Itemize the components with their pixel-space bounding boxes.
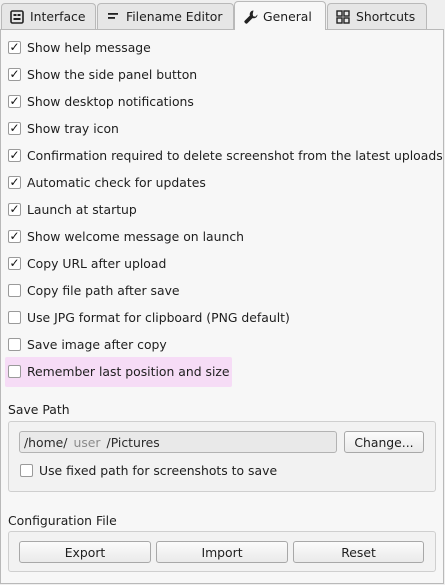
option-label: Show help message — [27, 39, 151, 55]
option-label: Launch at startup — [27, 201, 137, 217]
checkbox[interactable] — [8, 364, 21, 378]
text-lines-icon — [106, 10, 120, 24]
checkbox[interactable]: ✓ — [8, 67, 21, 81]
checkbox[interactable] — [8, 283, 21, 297]
tab-general[interactable]: General — [234, 1, 326, 30]
checkbox[interactable]: ✓ — [8, 121, 21, 135]
tab-label: Interface — [30, 9, 86, 24]
wrench-icon — [243, 9, 258, 24]
option-show-welcome-message[interactable]: ✓ Show welcome message on launch — [8, 226, 244, 246]
checkbox[interactable]: ✓ — [8, 148, 21, 162]
tab-label: General — [263, 8, 312, 24]
path-prefix: /home/ — [24, 434, 68, 450]
option-show-side-panel-button[interactable]: ✓ Show the side panel button — [8, 64, 197, 84]
import-button[interactable]: Import — [156, 541, 288, 563]
tab-label: Filename Editor — [126, 9, 223, 24]
checkbox[interactable] — [8, 337, 21, 351]
tab-bar: Interface Filename Editor General Shortc… — [0, 0, 445, 30]
option-show-help-message[interactable]: ✓ Show help message — [8, 37, 151, 57]
checkbox[interactable]: ✓ — [8, 229, 21, 243]
option-label: Show welcome message on launch — [27, 228, 244, 244]
path-suffix: /Pictures — [106, 434, 160, 450]
tab-label: Shortcuts — [356, 9, 416, 24]
option-label: Use fixed path for screenshots to save — [39, 462, 278, 478]
option-label: Save image after copy — [27, 336, 167, 352]
change-path-button[interactable]: Change... — [344, 431, 424, 453]
save-path-title: Save Path — [8, 402, 70, 417]
tab-interface[interactable]: Interface — [1, 3, 96, 29]
option-use-jpg-format[interactable]: Use JPG format for clipboard (PNG defaul… — [8, 307, 290, 327]
checkbox[interactable]: ✓ — [8, 175, 21, 189]
configuration-file-title: Configuration File — [8, 513, 117, 528]
option-label: Copy URL after upload — [27, 255, 167, 271]
option-show-tray-icon[interactable]: ✓ Show tray icon — [8, 118, 119, 138]
option-label: Confirmation required to delete screensh… — [27, 147, 443, 163]
option-label: Show the side panel button — [27, 66, 198, 82]
tab-filename-editor[interactable]: Filename Editor — [97, 3, 234, 29]
option-automatic-check-updates[interactable]: ✓ Automatic check for updates — [8, 172, 206, 192]
checkbox[interactable] — [20, 463, 33, 477]
option-label: Remember last position and size — [27, 363, 230, 379]
option-label: Automatic check for updates — [27, 174, 206, 190]
checkbox[interactable]: ✓ — [8, 202, 21, 216]
option-save-image-after-copy[interactable]: Save image after copy — [8, 334, 167, 354]
option-launch-at-startup[interactable]: ✓ Launch at startup — [8, 199, 137, 219]
checkbox[interactable]: ✓ — [8, 94, 21, 108]
checkbox[interactable]: ✓ — [8, 40, 21, 54]
interface-icon — [10, 9, 24, 24]
option-copy-file-path-after-save[interactable]: Copy file path after save — [8, 280, 180, 300]
checkbox[interactable] — [8, 310, 21, 324]
shortcuts-grid-icon — [336, 9, 350, 24]
option-label: Show desktop notifications — [27, 93, 194, 109]
option-label: Use JPG format for clipboard (PNG defaul… — [27, 309, 290, 325]
option-label: Show tray icon — [27, 120, 119, 136]
tab-shortcuts[interactable]: Shortcuts — [327, 3, 427, 29]
checkbox[interactable]: ✓ — [8, 256, 21, 270]
save-path-field[interactable]: /home/user/Pictures — [19, 431, 337, 453]
path-user: user — [73, 434, 101, 450]
option-remember-last-position[interactable]: Remember last position and size — [8, 361, 230, 381]
option-show-desktop-notifications[interactable]: ✓ Show desktop notifications — [8, 91, 194, 111]
option-label: Copy file path after save — [27, 282, 180, 298]
option-copy-url-after-upload[interactable]: ✓ Copy URL after upload — [8, 253, 166, 273]
reset-button[interactable]: Reset — [293, 541, 424, 563]
export-button[interactable]: Export — [19, 541, 151, 563]
option-confirm-delete-screenshot[interactable]: ✓ Confirmation required to delete screen… — [8, 145, 443, 165]
option-use-fixed-path[interactable]: Use fixed path for screenshots to save — [20, 460, 277, 480]
